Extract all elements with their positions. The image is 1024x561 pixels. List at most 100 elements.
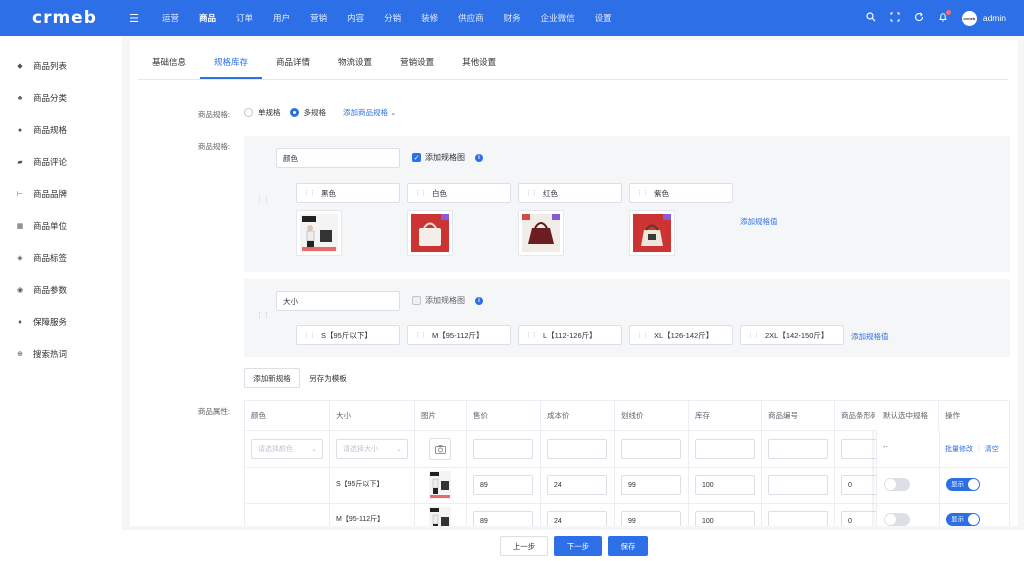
row-sku-code-input[interactable]: [768, 475, 828, 495]
row-cost-input[interactable]: 24: [547, 511, 607, 526]
spec-value-input[interactable]: ⋮⋮ 白色: [407, 183, 511, 203]
nav-item-supplier[interactable]: 供应商: [448, 0, 494, 36]
drag-handle-icon[interactable]: ⋮⋮: [747, 331, 760, 339]
drag-handle-icon[interactable]: ⋮⋮: [636, 331, 649, 339]
tab-other[interactable]: 其他设置: [448, 46, 510, 79]
search-icon[interactable]: [866, 12, 876, 24]
add-spec-image-checkbox[interactable]: ✓: [412, 153, 421, 162]
tab-marketing[interactable]: 营销设置: [386, 46, 448, 79]
prev-step-button[interactable]: 上一步: [500, 536, 548, 556]
add-product-spec-link[interactable]: 添加商品规格 ⌄: [343, 107, 396, 118]
save-button[interactable]: 保存: [608, 536, 648, 556]
drag-handle-icon[interactable]: ⋮⋮: [525, 331, 538, 339]
row-stock-input[interactable]: 100: [695, 511, 755, 526]
batch-edit-link[interactable]: 批量修改: [945, 446, 973, 453]
nav-item-wecom[interactable]: 企业微信: [531, 0, 585, 36]
next-step-button[interactable]: 下一步: [554, 536, 602, 556]
sidebar-item-param[interactable]: ◉ 商品参数: [0, 274, 122, 306]
add-new-spec-button[interactable]: 添加新规格: [244, 368, 300, 388]
bell-icon[interactable]: [938, 10, 951, 24]
spec-value-input[interactable]: ⋮⋮ L【112-126斤】: [518, 325, 622, 345]
default-spec-switch[interactable]: [884, 513, 910, 526]
add-spec-value-link[interactable]: 添加规格值: [851, 331, 889, 342]
sidebar-item-category[interactable]: ♣ 商品分类: [0, 82, 122, 114]
info-icon[interactable]: i: [475, 153, 483, 162]
batch-price-input[interactable]: [473, 439, 533, 459]
batch-stock-input[interactable]: [695, 439, 755, 459]
sidebar-item-comment[interactable]: ▰ 商品评论: [0, 146, 122, 178]
spec-value-input[interactable]: ⋮⋮ 2XL【142-150斤】: [740, 325, 844, 345]
spec-value-input[interactable]: ⋮⋮ S【95斤以下】: [296, 325, 400, 345]
nav-item-finance[interactable]: 财务: [494, 0, 531, 36]
spec-value-input[interactable]: ⋮⋮ XL【126-142斤】: [629, 325, 733, 345]
drag-handle-icon[interactable]: ⋮⋮: [256, 196, 270, 204]
spec-image-thumb[interactable]: [629, 210, 675, 256]
sidebar-item-unit[interactable]: ▦ 商品单位: [0, 210, 122, 242]
nav-item-settings[interactable]: 设置: [585, 0, 622, 36]
multi-spec-radio[interactable]: [289, 108, 299, 117]
spec-value-input[interactable]: ⋮⋮ M【95-112斤】: [407, 325, 511, 345]
color-filter-select[interactable]: 请选择颜色 ⌄: [251, 439, 323, 459]
tab-details[interactable]: 商品详情: [262, 46, 324, 79]
nav-item-orders[interactable]: 订单: [226, 0, 263, 36]
add-spec-image-checkbox[interactable]: [412, 296, 421, 305]
drag-handle-icon[interactable]: ⋮⋮: [636, 189, 649, 197]
nav-item-users[interactable]: 用户: [263, 0, 300, 36]
tab-basic-info[interactable]: 基础信息: [138, 46, 200, 79]
info-icon[interactable]: i: [475, 296, 483, 305]
refresh-icon[interactable]: [914, 12, 924, 24]
batch-sku-code-input[interactable]: [768, 439, 828, 459]
spec-value-input[interactable]: ⋮⋮ 紫色: [629, 183, 733, 203]
drag-handle-icon[interactable]: ⋮⋮: [256, 311, 270, 319]
nav-item-content[interactable]: 内容: [337, 0, 374, 36]
single-spec-radio[interactable]: [244, 108, 253, 117]
menu-toggle-icon[interactable]: ☰: [126, 12, 142, 25]
row-price-input[interactable]: 89: [473, 475, 533, 495]
sidebar-item-tag[interactable]: ◈ 商品标签: [0, 242, 122, 274]
spec-image-thumb[interactable]: [407, 210, 453, 256]
add-spec-value-link[interactable]: 添加规格值: [740, 216, 778, 227]
spec-image-thumb[interactable]: [296, 210, 342, 256]
row-line-price-input[interactable]: 99: [621, 475, 681, 495]
user-menu[interactable]: crmeb admin: [961, 10, 1006, 26]
row-sku-code-input[interactable]: [768, 511, 828, 526]
nav-item-products[interactable]: 商品: [189, 0, 226, 36]
spec-name-input[interactable]: 颜色: [276, 148, 400, 168]
drag-handle-icon[interactable]: ⋮⋮: [525, 189, 538, 197]
row-line-price-input[interactable]: 99: [621, 511, 681, 526]
save-as-template-button[interactable]: 另存为模板: [306, 368, 350, 388]
spec-image-thumb[interactable]: [518, 210, 564, 256]
size-filter-select[interactable]: 请选择大小 ⌄: [336, 439, 408, 459]
row-price-input[interactable]: 89: [473, 511, 533, 526]
spec-name-input[interactable]: 大小: [276, 291, 400, 311]
drag-handle-icon[interactable]: ⋮⋮: [303, 331, 316, 339]
row-stock-input[interactable]: 100: [695, 475, 755, 495]
sidebar-item-spec[interactable]: ● 商品规格: [0, 114, 122, 146]
nav-item-operations[interactable]: 运营: [152, 0, 189, 36]
nav-item-decoration[interactable]: 装修: [411, 0, 448, 36]
default-spec-switch[interactable]: [884, 478, 910, 491]
sidebar-item-guarantee[interactable]: ♦ 保障服务: [0, 306, 122, 338]
row-image[interactable]: [429, 507, 451, 526]
drag-handle-icon[interactable]: ⋮⋮: [414, 189, 427, 197]
sidebar-item-hot-search[interactable]: ⊕ 搜索热词: [0, 338, 122, 370]
sidebar-item-brand[interactable]: ⊢ 商品品牌: [0, 178, 122, 210]
batch-image-upload[interactable]: [429, 438, 451, 460]
show-switch[interactable]: 显示: [946, 513, 980, 526]
nav-item-marketing[interactable]: 营销: [300, 0, 337, 36]
batch-cost-input[interactable]: [547, 439, 607, 459]
sidebar-item-product-list[interactable]: ◆ 商品列表: [0, 50, 122, 82]
clear-link[interactable]: 清空: [985, 446, 999, 453]
tab-logistics[interactable]: 物流设置: [324, 46, 386, 79]
row-cost-input[interactable]: 24: [547, 475, 607, 495]
tab-spec-stock[interactable]: 规格库存: [200, 46, 263, 79]
drag-handle-icon[interactable]: ⋮⋮: [303, 189, 316, 197]
drag-handle-icon[interactable]: ⋮⋮: [414, 331, 427, 339]
row-image[interactable]: [429, 471, 451, 499]
show-switch[interactable]: 显示: [946, 478, 980, 491]
fullscreen-icon[interactable]: [890, 12, 900, 24]
batch-line-price-input[interactable]: [621, 439, 681, 459]
spec-value-input[interactable]: ⋮⋮ 黑色: [296, 183, 400, 203]
spec-value-input[interactable]: ⋮⋮ 红色: [518, 183, 622, 203]
crmeb-logo[interactable]: crmeb: [0, 0, 118, 36]
